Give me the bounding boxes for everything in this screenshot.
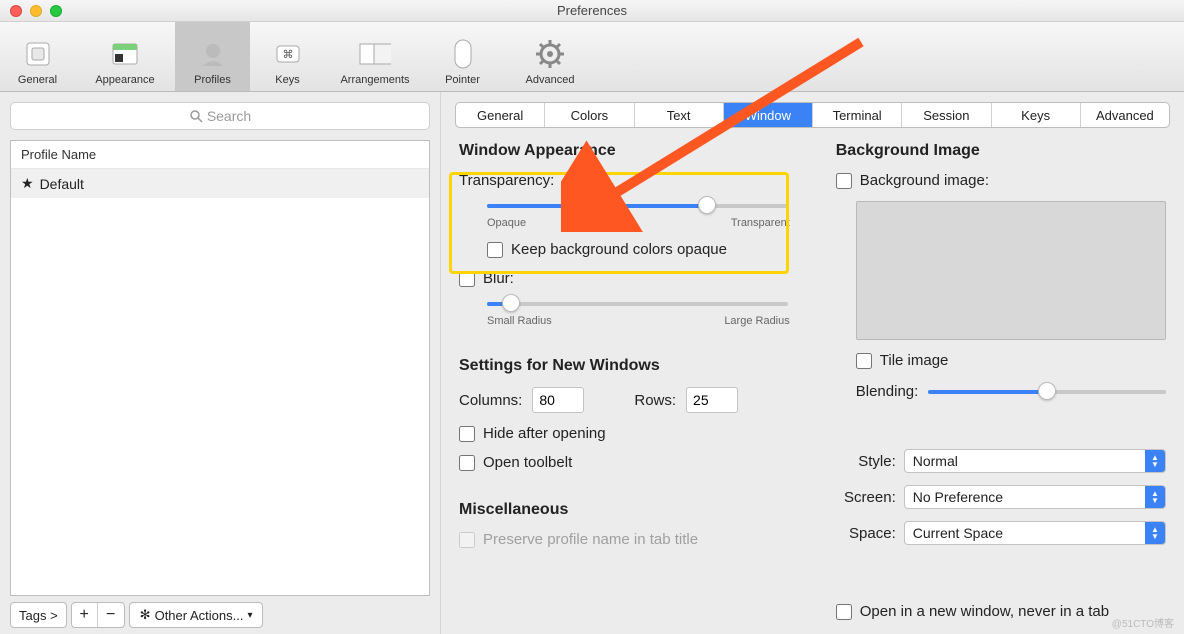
- tab-advanced[interactable]: Advanced: [1081, 103, 1169, 127]
- space-label: Space:: [836, 525, 896, 542]
- remove-profile-button[interactable]: −: [98, 603, 124, 627]
- profiles-icon: [197, 38, 229, 70]
- gear-icon: ✻: [140, 607, 151, 623]
- toolbar-profiles[interactable]: Profiles: [175, 22, 250, 91]
- keys-icon: ⌘: [272, 38, 304, 70]
- zoom-window-button[interactable]: [50, 5, 62, 17]
- toolbar-pointer[interactable]: Pointer: [425, 22, 500, 91]
- close-window-button[interactable]: [10, 5, 22, 17]
- search-icon: [189, 109, 203, 123]
- minimize-window-button[interactable]: [30, 5, 42, 17]
- columns-label: Columns:: [459, 392, 522, 409]
- transparency-label: Transparency:: [459, 172, 806, 189]
- chevron-down-icon: ▾: [247, 610, 252, 621]
- search-input[interactable]: Search: [10, 102, 430, 130]
- tab-window[interactable]: Window: [724, 103, 813, 127]
- profile-list-header: Profile Name: [11, 141, 429, 169]
- tile-image-checkbox[interactable]: Tile image: [856, 352, 1166, 369]
- arrangements-icon: [359, 38, 391, 70]
- miscellaneous-heading: Miscellaneous: [459, 501, 806, 519]
- tab-terminal[interactable]: Terminal: [813, 103, 902, 127]
- general-icon: [22, 38, 54, 70]
- titlebar: Preferences: [0, 0, 1184, 22]
- star-icon: ★: [21, 175, 34, 192]
- appearance-icon: [109, 38, 141, 70]
- blur-min-label: Small Radius: [487, 315, 552, 327]
- toolbar-general[interactable]: General: [0, 22, 75, 91]
- toolbar-advanced[interactable]: Advanced: [500, 22, 600, 91]
- gear-icon: [534, 38, 566, 70]
- prefs-toolbar: General Appearance Profiles ⌘ Keys Arran…: [0, 22, 1184, 92]
- toolbar-arrangements[interactable]: Arrangements: [325, 22, 425, 91]
- style-select[interactable]: Normal ▲▼: [904, 449, 1166, 473]
- blur-max-label: Large Radius: [724, 315, 789, 327]
- background-image-well[interactable]: [856, 201, 1166, 340]
- chevron-updown-icon: ▲▼: [1145, 522, 1165, 544]
- toolbar-appearance[interactable]: Appearance: [75, 22, 175, 91]
- chevron-updown-icon: ▲▼: [1145, 450, 1165, 472]
- chevron-updown-icon: ▲▼: [1145, 486, 1165, 508]
- tags-selector[interactable]: Tags >: [10, 602, 67, 628]
- window-appearance-heading: Window Appearance: [459, 142, 806, 160]
- tab-session[interactable]: Session: [902, 103, 991, 127]
- slider-min-label: Opaque: [487, 217, 526, 229]
- window-title: Preferences: [0, 3, 1184, 18]
- space-select[interactable]: Current Space ▲▼: [904, 521, 1166, 545]
- open-toolbelt-checkbox[interactable]: Open toolbelt: [459, 454, 806, 471]
- new-windows-heading: Settings for New Windows: [459, 357, 806, 375]
- profile-bottom-toolbar: Tags > + − ✻ Other Actions... ▾: [10, 602, 430, 634]
- keep-bg-opaque-checkbox[interactable]: Keep background colors opaque: [487, 241, 806, 258]
- blending-slider[interactable]: [928, 381, 1166, 401]
- columns-input[interactable]: [532, 387, 584, 413]
- mouse-icon: [447, 38, 479, 70]
- blending-label: Blending:: [856, 383, 919, 400]
- toolbar-keys[interactable]: ⌘ Keys: [250, 22, 325, 91]
- slider-max-label: Transparent: [731, 217, 790, 229]
- other-actions-menu[interactable]: ✻ Other Actions... ▾: [129, 602, 264, 628]
- tab-general[interactable]: General: [456, 103, 545, 127]
- background-image-heading: Background Image: [836, 142, 1166, 160]
- right-pane: General Colors Text Window Terminal Sess…: [440, 92, 1184, 634]
- tab-keys[interactable]: Keys: [992, 103, 1081, 127]
- screen-select[interactable]: No Preference ▲▼: [904, 485, 1166, 509]
- hide-after-opening-checkbox[interactable]: Hide after opening: [459, 425, 806, 442]
- svg-text:⌘: ⌘: [282, 49, 293, 61]
- profile-list: Profile Name ★ Default: [10, 140, 430, 596]
- blur-slider[interactable]: [487, 293, 788, 313]
- rows-input[interactable]: [686, 387, 738, 413]
- background-image-checkbox[interactable]: Background image:: [836, 172, 1166, 189]
- tab-colors[interactable]: Colors: [545, 103, 634, 127]
- rows-label: Rows:: [634, 392, 676, 409]
- transparency-slider[interactable]: [487, 195, 788, 215]
- blur-checkbox[interactable]: Blur:: [459, 270, 806, 287]
- preserve-profile-name-checkbox[interactable]: Preserve profile name in tab title: [459, 531, 806, 548]
- left-pane: Search Profile Name ★ Default Tags > + −…: [0, 92, 440, 634]
- profile-row-default[interactable]: ★ Default: [11, 169, 429, 198]
- style-label: Style:: [836, 453, 896, 470]
- screen-label: Screen:: [836, 489, 896, 506]
- watermark: @51CTO博客: [1112, 615, 1174, 630]
- profile-tabs: General Colors Text Window Terminal Sess…: [455, 102, 1170, 128]
- tab-text[interactable]: Text: [635, 103, 724, 127]
- add-profile-button[interactable]: +: [72, 603, 98, 627]
